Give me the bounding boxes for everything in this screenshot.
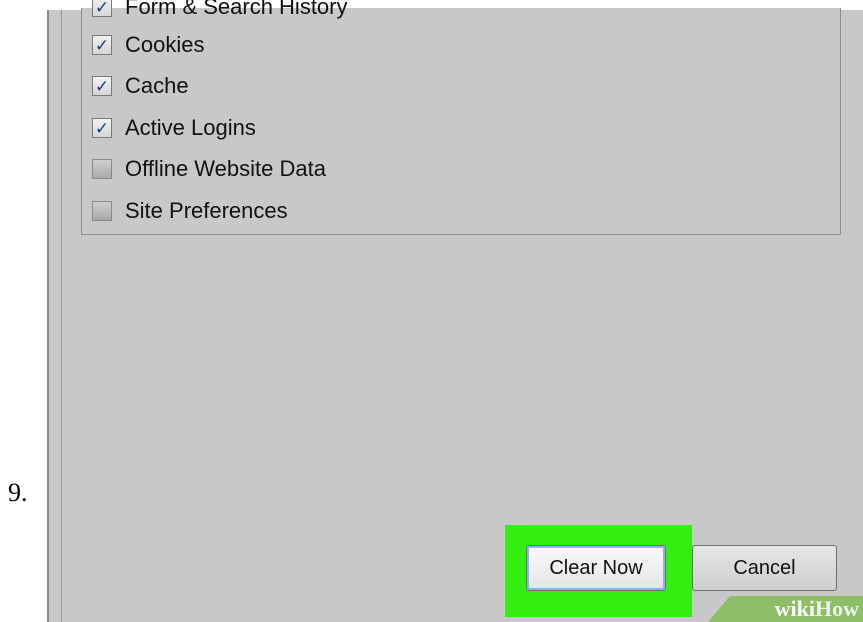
checkbox-label: Offline Website Data	[125, 156, 326, 181]
checkmark-icon[interactable]: ✓	[92, 76, 112, 96]
checkbox-row-form-history[interactable]: ✓ Form & Search History	[92, 0, 348, 24]
checkmark-icon[interactable]: ✓	[92, 118, 112, 138]
step-number: 9.	[8, 478, 28, 507]
checkmark-icon[interactable]: ✓	[92, 0, 112, 17]
checkbox-label: Cookies	[125, 32, 205, 57]
checkbox-row-active-logins[interactable]: ✓ Active Logins	[92, 111, 256, 145]
checkbox-row-cache[interactable]: ✓ Cache	[92, 69, 189, 103]
empty-checkbox-icon[interactable]	[92, 201, 112, 221]
clear-history-dialog: ✓ Form & Search History ✓ Cookies ✓ Cach…	[47, 0, 863, 622]
cancel-button[interactable]: Cancel	[692, 545, 837, 591]
clear-now-button[interactable]: Clear Now	[526, 545, 666, 591]
empty-checkbox-icon[interactable]	[92, 159, 112, 179]
checkbox-row-cookies[interactable]: ✓ Cookies	[92, 28, 204, 62]
checkbox-label: Site Preferences	[125, 198, 288, 223]
watermark-how-text: How	[815, 596, 859, 621]
checkbox-label: Cache	[125, 73, 189, 98]
wikihow-watermark: wiki How	[708, 596, 863, 622]
checkbox-row-site-preferences[interactable]: Site Preferences	[92, 194, 288, 228]
checkbox-row-offline-data[interactable]: Offline Website Data	[92, 152, 326, 186]
checkmark-icon[interactable]: ✓	[92, 35, 112, 55]
dialog-edge	[61, 10, 62, 622]
checkbox-label: Active Logins	[125, 115, 256, 140]
watermark-wiki-text: wiki	[774, 596, 815, 621]
checkbox-label: Form & Search History	[125, 0, 348, 19]
details-group-box: ✓ Form & Search History ✓ Cookies ✓ Cach…	[81, 0, 841, 235]
